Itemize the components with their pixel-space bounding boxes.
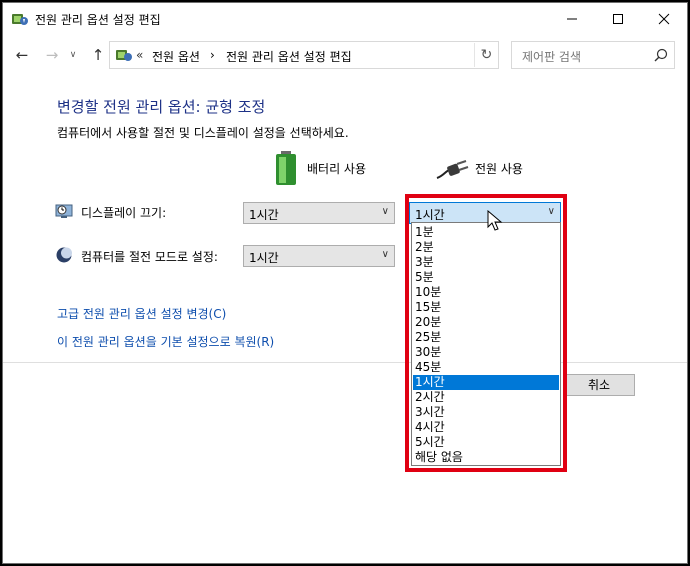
battery-icon [276, 151, 296, 185]
battery-column-label: 배터리 사용 [307, 162, 367, 176]
breadcrumb-power-options[interactable]: 전원 옵션 [152, 48, 200, 65]
forward-button[interactable]: → [41, 44, 63, 66]
breadcrumb-edit-plan[interactable]: 전원 관리 옵션 설정 편집 [226, 48, 352, 65]
maximize-button[interactable] [595, 3, 641, 34]
minimize-icon [567, 18, 577, 19]
search-placeholder: 제어판 검색 [522, 50, 582, 64]
chevron-down-icon: ∨ [69, 50, 77, 60]
cancel-button[interactable]: 취소 [563, 374, 635, 396]
page-subtitle: 컴퓨터에서 사용할 절전 및 디스플레이 설정을 선택하세요. [57, 126, 349, 140]
up-arrow-icon: ↑ [91, 46, 105, 64]
chevron-down-icon: ∨ [381, 249, 389, 260]
power-options-app-icon [12, 14, 28, 25]
sleep-battery-select[interactable]: 1시간 ∨ [243, 245, 395, 267]
display-off-battery-select[interactable]: 1시간 ∨ [243, 202, 395, 224]
sleep-moon-icon [56, 247, 72, 263]
power-options-window: 전원 관리 옵션 설정 편집 ← → ∨ ↑ « 전원 옵션 › 전원 관리 옵… [2, 2, 688, 564]
breadcrumb-overflow[interactable]: « [136, 48, 143, 62]
sleep-battery-value: 1시간 [249, 251, 279, 265]
plug-icon [436, 160, 469, 179]
close-icon [658, 13, 670, 24]
mouse-cursor-icon [487, 210, 503, 231]
refresh-button[interactable]: ↻ [474, 43, 498, 67]
back-button[interactable]: ← [11, 44, 33, 66]
sleep-mode-label: 컴퓨터를 절전 모드로 설정: [81, 250, 218, 264]
search-input[interactable]: 제어판 검색 [511, 41, 675, 69]
red-highlight-box [405, 194, 567, 472]
up-button[interactable]: ↑ [87, 44, 109, 66]
restore-defaults-link[interactable]: 이 전원 관리 옵션을 기본 설정으로 복원(R) [57, 333, 274, 350]
breadcrumb-separator[interactable]: › [210, 48, 215, 62]
page-title: 변경할 전원 관리 옵션: 균형 조정 [57, 98, 266, 116]
chevron-down-icon: ∨ [381, 206, 389, 217]
turn-off-display-label: 디스플레이 끄기: [81, 206, 167, 220]
forward-arrow-icon: → [45, 46, 59, 64]
divider [3, 362, 687, 363]
address-bar[interactable]: « 전원 옵션 › 전원 관리 옵션 설정 편집 ↻ [109, 41, 499, 69]
title-bar: 전원 관리 옵션 설정 편집 [3, 3, 687, 34]
back-arrow-icon: ← [15, 46, 29, 64]
search-icon [654, 48, 668, 62]
monitor-clock-icon [55, 204, 73, 218]
recent-locations-button[interactable]: ∨ [65, 44, 81, 66]
window-title: 전원 관리 옵션 설정 편집 [35, 13, 161, 27]
power-options-location-icon [116, 50, 132, 61]
display-off-battery-value: 1시간 [249, 208, 279, 222]
advanced-settings-link[interactable]: 고급 전원 관리 옵션 설정 변경(C) [57, 305, 226, 322]
close-button[interactable] [641, 3, 687, 34]
maximize-icon [613, 13, 623, 24]
navigation-bar: ← → ∨ ↑ « 전원 옵션 › 전원 관리 옵션 설정 편집 ↻ 제어판 검… [3, 38, 687, 72]
minimize-button[interactable] [549, 3, 595, 34]
refresh-icon: ↻ [480, 47, 493, 63]
plugged-in-column-label: 전원 사용 [475, 162, 523, 176]
